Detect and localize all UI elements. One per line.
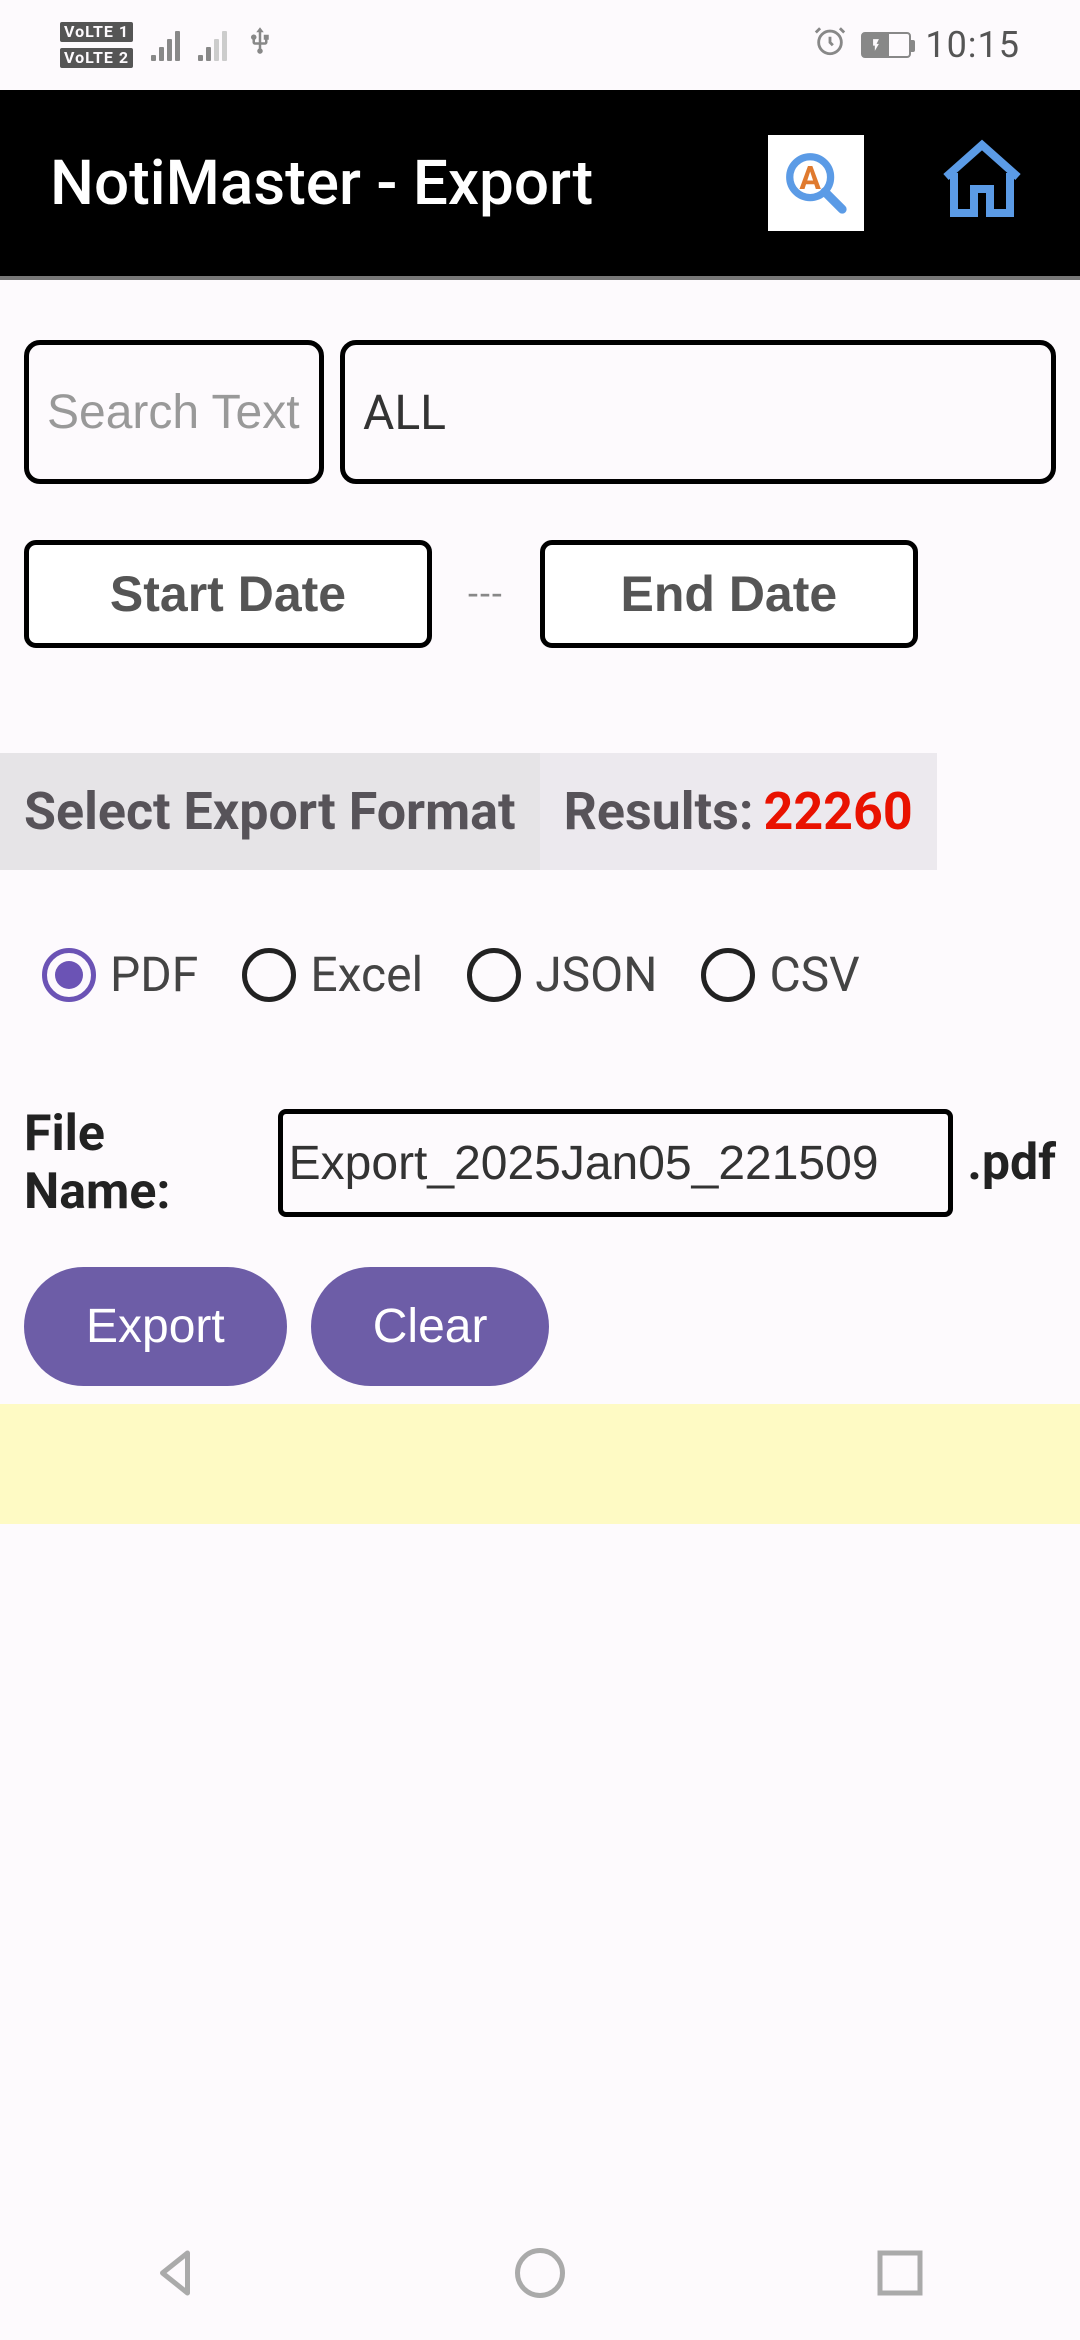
filename-input[interactable] <box>278 1109 954 1217</box>
format-label: Select Export Format <box>0 753 540 870</box>
battery-icon <box>861 32 911 58</box>
scope-value: ALL <box>363 384 446 441</box>
search-row: ALL <box>24 340 1056 484</box>
status-left: VoLTE 1 VoLTE 2 <box>60 22 275 68</box>
results-box: Results: 22260 <box>540 753 937 870</box>
radio-circle-icon <box>701 948 755 1002</box>
back-icon <box>150 2243 210 2303</box>
format-radio-group: PDF Excel JSON CSV <box>24 946 1056 1003</box>
app-actions: A <box>768 133 1030 233</box>
start-date-button[interactable]: Start Date <box>24 540 432 648</box>
volte2-badge: VoLTE 2 <box>60 48 133 68</box>
format-radio-csv[interactable]: CSV <box>701 946 859 1003</box>
circle-icon <box>510 2243 570 2303</box>
status-bar: VoLTE 1 VoLTE 2 10:15 <box>0 0 1080 90</box>
content: ALL Start Date --- End Date Select Expor… <box>0 280 1080 1524</box>
file-extension: .pdf <box>967 1134 1056 1192</box>
home-icon <box>934 133 1030 229</box>
radio-label: JSON <box>535 946 657 1003</box>
end-date-label: End Date <box>621 565 838 623</box>
filename-row: File Name: .pdf <box>24 1105 1056 1221</box>
ad-strip <box>0 1404 1080 1524</box>
system-nav-bar <box>0 2210 1080 2340</box>
app-bar: NotiMaster - Export A <box>0 90 1080 280</box>
radio-circle-icon <box>42 948 96 1002</box>
volte-badges: VoLTE 1 VoLTE 2 <box>60 22 133 68</box>
square-icon <box>870 2243 930 2303</box>
search-icon: A <box>781 148 851 218</box>
format-radio-pdf[interactable]: PDF <box>42 946 198 1003</box>
format-radio-excel[interactable]: Excel <box>242 946 423 1003</box>
back-button[interactable] <box>150 2243 210 2307</box>
radio-label: CSV <box>769 946 859 1003</box>
results-label: Results: <box>564 781 754 842</box>
results-count: 22260 <box>764 781 913 842</box>
action-row: Export Clear <box>24 1267 1056 1386</box>
volte1-badge: VoLTE 1 <box>60 22 133 42</box>
radio-label: Excel <box>310 946 423 1003</box>
export-button[interactable]: Export <box>24 1267 287 1386</box>
filename-label: File Name: <box>24 1105 264 1221</box>
radio-circle-icon <box>467 948 521 1002</box>
scope-select[interactable]: ALL <box>340 340 1056 484</box>
app-title: NotiMaster - Export <box>50 147 593 220</box>
signal-sim2-icon <box>198 29 227 61</box>
end-date-button[interactable]: End Date <box>540 540 918 648</box>
alarm-icon <box>813 24 847 67</box>
date-row: Start Date --- End Date <box>24 540 1056 648</box>
clear-button[interactable]: Clear <box>311 1267 550 1386</box>
clear-label: Clear <box>373 1300 488 1353</box>
radio-label: PDF <box>110 946 198 1003</box>
usb-icon <box>245 26 275 64</box>
format-radio-json[interactable]: JSON <box>467 946 657 1003</box>
status-right: 10:15 <box>813 24 1020 67</box>
svg-text:A: A <box>799 159 821 197</box>
home-nav-button[interactable] <box>510 2243 570 2307</box>
radio-circle-icon <box>242 948 296 1002</box>
search-button[interactable]: A <box>768 135 864 231</box>
home-button[interactable] <box>934 133 1030 233</box>
search-input[interactable] <box>24 340 324 484</box>
format-bar: Select Export Format Results: 22260 <box>0 753 1080 870</box>
status-time: 10:15 <box>925 24 1020 66</box>
export-label: Export <box>86 1300 225 1353</box>
recents-button[interactable] <box>870 2243 930 2307</box>
signal-sim1-icon <box>151 29 180 61</box>
start-date-label: Start Date <box>110 565 346 623</box>
date-separator: --- <box>468 573 504 615</box>
